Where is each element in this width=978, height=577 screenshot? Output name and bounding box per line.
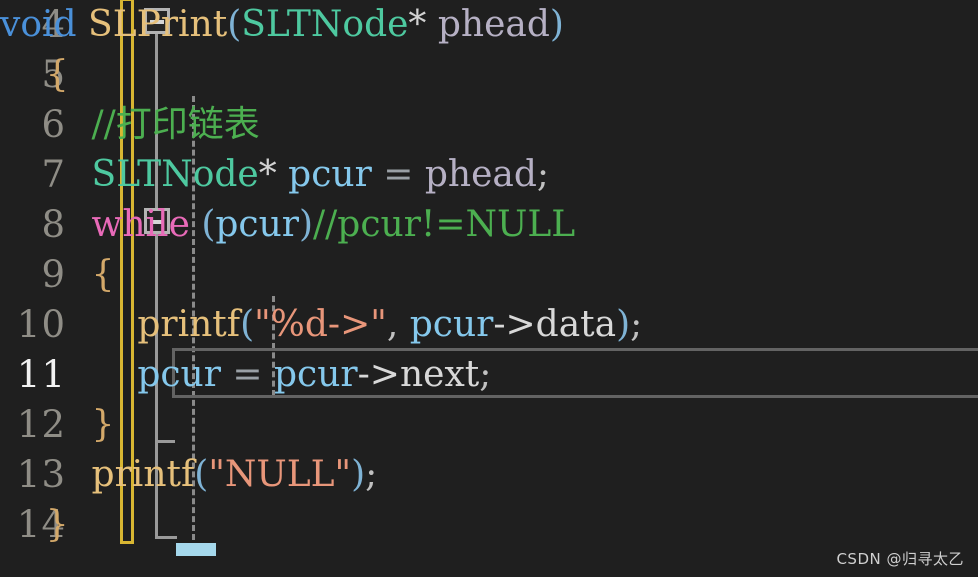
code-line-9[interactable]: { [0,250,978,300]
token-lparen: ( [194,454,209,495]
token-asterisk: * [258,154,277,195]
token-close-brace: } [45,504,69,545]
token-function-printf: printf [137,304,241,345]
token-comma: , [386,304,399,345]
token-arrow: -> [493,304,536,345]
token-lparen: ( [227,4,242,45]
token-assign: = [232,354,263,395]
token-member-next: next [399,354,480,395]
token-assign: = [383,154,414,195]
text-cursor [176,543,216,556]
code-line-13[interactable]: printf("NULL"); [0,450,978,500]
token-var-pcur: pcur [215,204,299,245]
token-type-sltnode: SLTNode [91,154,259,195]
token-rparen: ) [299,204,314,245]
token-param-phead: phead [437,4,550,45]
token-var-pcur: pcur [409,304,494,345]
token-keyword-void: void [0,4,77,45]
token-param-phead: phead [424,154,537,195]
token-comment-print-list: //打印链表 [91,104,260,145]
token-lparen: ( [240,304,255,345]
token-string-null: "NULL" [208,454,352,495]
token-semicolon: ; [630,304,643,345]
token-arrow: -> [357,354,400,395]
token-string-format: "%d->" [254,304,387,345]
token-function-printf: printf [91,454,195,495]
token-var-pcur: pcur [137,354,221,395]
code-line-4[interactable]: void SLPrint(SLTNode* phead) [0,0,978,50]
code-line-8[interactable]: while (pcur)//pcur!=NULL [0,200,978,250]
code-line-12[interactable]: } [0,400,978,450]
token-open-brace: { [91,254,115,295]
token-comment-pcur-not-null: //pcur!=NULL [313,204,576,245]
code-editor[interactable]: 4 5 6 7 8 9 10 11 12 13 14 void SLPrint(… [0,0,978,577]
token-var-pcur: pcur [288,154,372,195]
token-var-pcur: pcur [274,354,358,395]
code-line-10[interactable]: printf("%d->", pcur->data); [0,300,978,350]
watermark: CSDN @归寻太乙 [836,550,964,568]
token-rparen: ) [549,4,564,45]
token-asterisk: * [408,4,427,45]
token-close-brace: } [91,404,115,445]
token-semicolon: ; [536,154,550,195]
code-line-11[interactable]: pcur = pcur->next; [0,350,978,400]
token-member-data: data [535,304,617,345]
token-function-slprint: SLPrint [88,4,228,45]
token-semicolon: ; [479,354,492,395]
code-line-6[interactable]: //打印链表 [0,100,978,150]
code-line-14[interactable]: } [0,500,978,550]
token-lparen: ( [201,204,216,245]
token-type-sltnode: SLTNode [241,4,409,45]
token-open-brace: { [45,54,69,95]
token-semicolon: ; [365,454,378,495]
token-rparen: ) [616,304,631,345]
code-line-7[interactable]: SLTNode* pcur = phead; [0,150,978,200]
token-rparen: ) [351,454,366,495]
code-line-5[interactable]: { [0,50,978,100]
token-keyword-while: while [91,204,190,245]
